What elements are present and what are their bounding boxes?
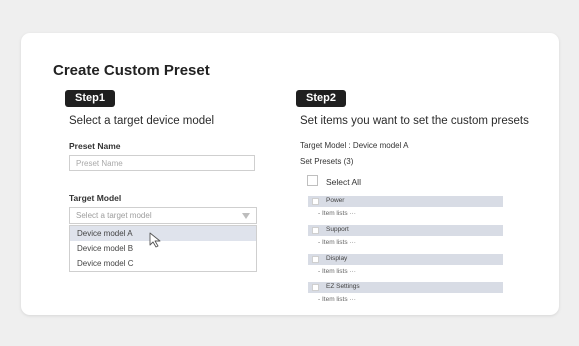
step1-badge: Step1: [65, 90, 115, 107]
target-model-dropdown: Device model A Device model B Device mod…: [69, 225, 257, 272]
create-preset-card: Create Custom Preset Step1 Select a targ…: [21, 33, 559, 315]
target-model-info: Target Model : Device model A: [300, 141, 409, 150]
option-device-model-c[interactable]: Device model C: [70, 256, 256, 271]
power-checkbox[interactable]: [312, 198, 319, 205]
mouse-cursor-icon: [149, 232, 161, 248]
category-ez-settings: EZ Settings: [308, 282, 503, 293]
ez-settings-item-lists: - Item lists ···: [318, 296, 356, 303]
category-label: Power: [326, 197, 345, 204]
category-power: Power: [308, 196, 503, 207]
display-checkbox[interactable]: [312, 256, 319, 263]
select-all-checkbox[interactable]: [307, 175, 318, 186]
option-device-model-b[interactable]: Device model B: [70, 241, 256, 256]
target-model-placeholder: Select a target model: [76, 211, 152, 220]
category-label: EZ Settings: [326, 283, 360, 290]
category-support: Support: [308, 225, 503, 236]
step2-heading: Set items you want to set the custom pre…: [300, 115, 529, 127]
power-item-lists: - Item lists ···: [318, 210, 356, 217]
category-label: Support: [326, 226, 349, 233]
chevron-down-icon: [242, 213, 250, 219]
support-checkbox[interactable]: [312, 227, 319, 234]
support-item-lists: - Item lists ···: [318, 239, 356, 246]
target-model-select[interactable]: Select a target model: [69, 207, 257, 224]
category-display: Display: [308, 254, 503, 265]
display-item-lists: - Item lists ···: [318, 268, 356, 275]
step1-heading: Select a target device model: [69, 115, 215, 127]
preset-name-label: Preset Name: [69, 141, 121, 151]
page-title: Create Custom Preset: [53, 62, 210, 79]
step2-badge: Step2: [296, 90, 346, 107]
select-all-label: Select All: [326, 177, 361, 187]
category-label: Display: [326, 255, 348, 262]
set-presets-count: Set Presets (3): [300, 157, 354, 166]
ez-settings-checkbox[interactable]: [312, 284, 319, 291]
preset-name-input[interactable]: [69, 155, 255, 171]
target-model-label: Target Model: [69, 193, 122, 203]
option-device-model-a[interactable]: Device model A: [70, 226, 256, 241]
